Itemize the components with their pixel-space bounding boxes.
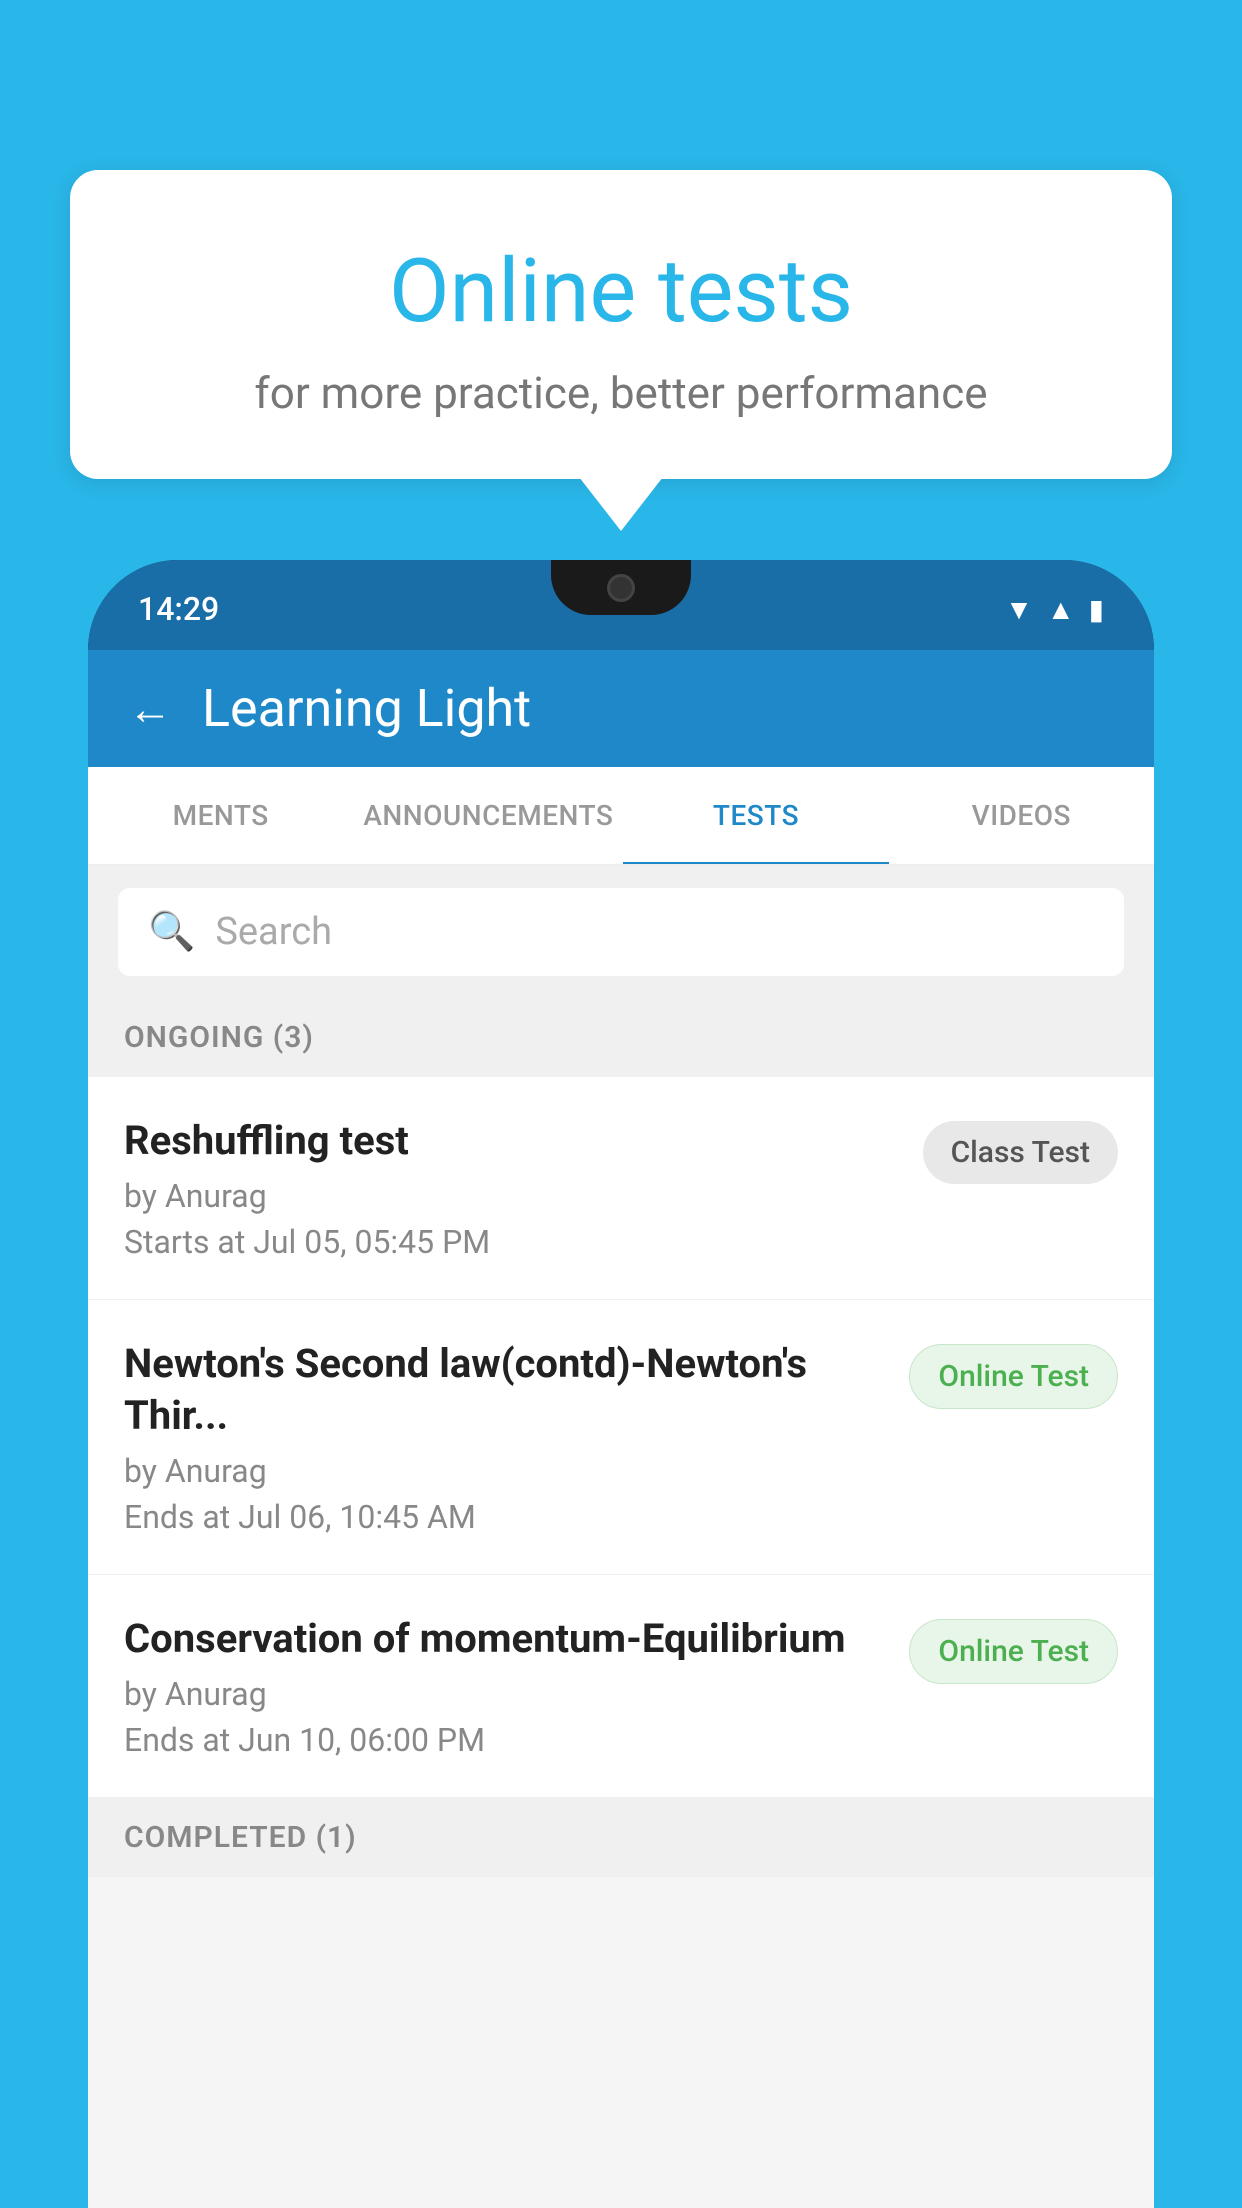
back-button[interactable]: ← bbox=[128, 683, 172, 735]
phone-frame: 14:29 ▼ ▲ ▮ ← Learning Light MENTS ANNOU… bbox=[88, 560, 1154, 2208]
test-item-content: Conservation of momentum-Equilibrium by … bbox=[124, 1613, 889, 1759]
test-item-name: Conservation of momentum-Equilibrium bbox=[124, 1613, 889, 1665]
test-badge: Online Test bbox=[909, 1344, 1118, 1409]
phone-camera bbox=[607, 574, 635, 602]
speech-bubble-title: Online tests bbox=[130, 240, 1112, 343]
section-completed: COMPLETED (1) bbox=[88, 1798, 1154, 1877]
wifi-icon: ▼ bbox=[1005, 593, 1033, 626]
search-container: 🔍 Search bbox=[88, 866, 1154, 998]
tab-videos[interactable]: VIDEOS bbox=[889, 767, 1154, 864]
test-item-content: Newton's Second law(contd)-Newton's Thir… bbox=[124, 1338, 889, 1536]
status-bar: 14:29 ▼ ▲ ▮ bbox=[88, 560, 1154, 650]
section-ongoing: ONGOING (3) bbox=[88, 998, 1154, 1077]
test-item-date: Starts at Jul 05, 05:45 PM bbox=[124, 1223, 903, 1261]
speech-bubble: Online tests for more practice, better p… bbox=[70, 170, 1172, 479]
app-title: Learning Light bbox=[202, 678, 531, 739]
search-icon: 🔍 bbox=[148, 910, 195, 954]
battery-icon: ▮ bbox=[1089, 593, 1104, 626]
tab-ments[interactable]: MENTS bbox=[88, 767, 353, 864]
tab-tests[interactable]: TESTS bbox=[623, 767, 888, 864]
search-placeholder: Search bbox=[215, 910, 332, 954]
test-item-by: by Anurag bbox=[124, 1675, 889, 1713]
tabs-container: MENTS ANNOUNCEMENTS TESTS VIDEOS bbox=[88, 767, 1154, 866]
test-badge: Online Test bbox=[909, 1619, 1118, 1684]
test-item-name: Reshuffling test bbox=[124, 1115, 903, 1167]
test-item-date: Ends at Jun 10, 06:00 PM bbox=[124, 1721, 889, 1759]
test-item-date: Ends at Jul 06, 10:45 AM bbox=[124, 1498, 889, 1536]
test-item-content: Reshuffling test by Anurag Starts at Jul… bbox=[124, 1115, 903, 1261]
phone-notch bbox=[551, 560, 691, 615]
search-bar[interactable]: 🔍 Search bbox=[118, 888, 1124, 976]
tab-announcements[interactable]: ANNOUNCEMENTS bbox=[353, 767, 623, 864]
test-item-name: Newton's Second law(contd)-Newton's Thir… bbox=[124, 1338, 889, 1442]
status-icons: ▼ ▲ ▮ bbox=[1005, 593, 1104, 626]
test-item-by: by Anurag bbox=[124, 1177, 903, 1215]
test-item[interactable]: Reshuffling test by Anurag Starts at Jul… bbox=[88, 1077, 1154, 1300]
test-badge: Class Test bbox=[923, 1121, 1118, 1184]
speech-bubble-subtitle: for more practice, better performance bbox=[130, 367, 1112, 419]
signal-icon: ▲ bbox=[1047, 593, 1075, 626]
status-time: 14:29 bbox=[138, 590, 219, 628]
test-item[interactable]: Newton's Second law(contd)-Newton's Thir… bbox=[88, 1300, 1154, 1575]
test-item[interactable]: Conservation of momentum-Equilibrium by … bbox=[88, 1575, 1154, 1798]
test-item-by: by Anurag bbox=[124, 1452, 889, 1490]
phone-content: ← Learning Light MENTS ANNOUNCEMENTS TES… bbox=[88, 650, 1154, 2208]
app-header: ← Learning Light bbox=[88, 650, 1154, 767]
